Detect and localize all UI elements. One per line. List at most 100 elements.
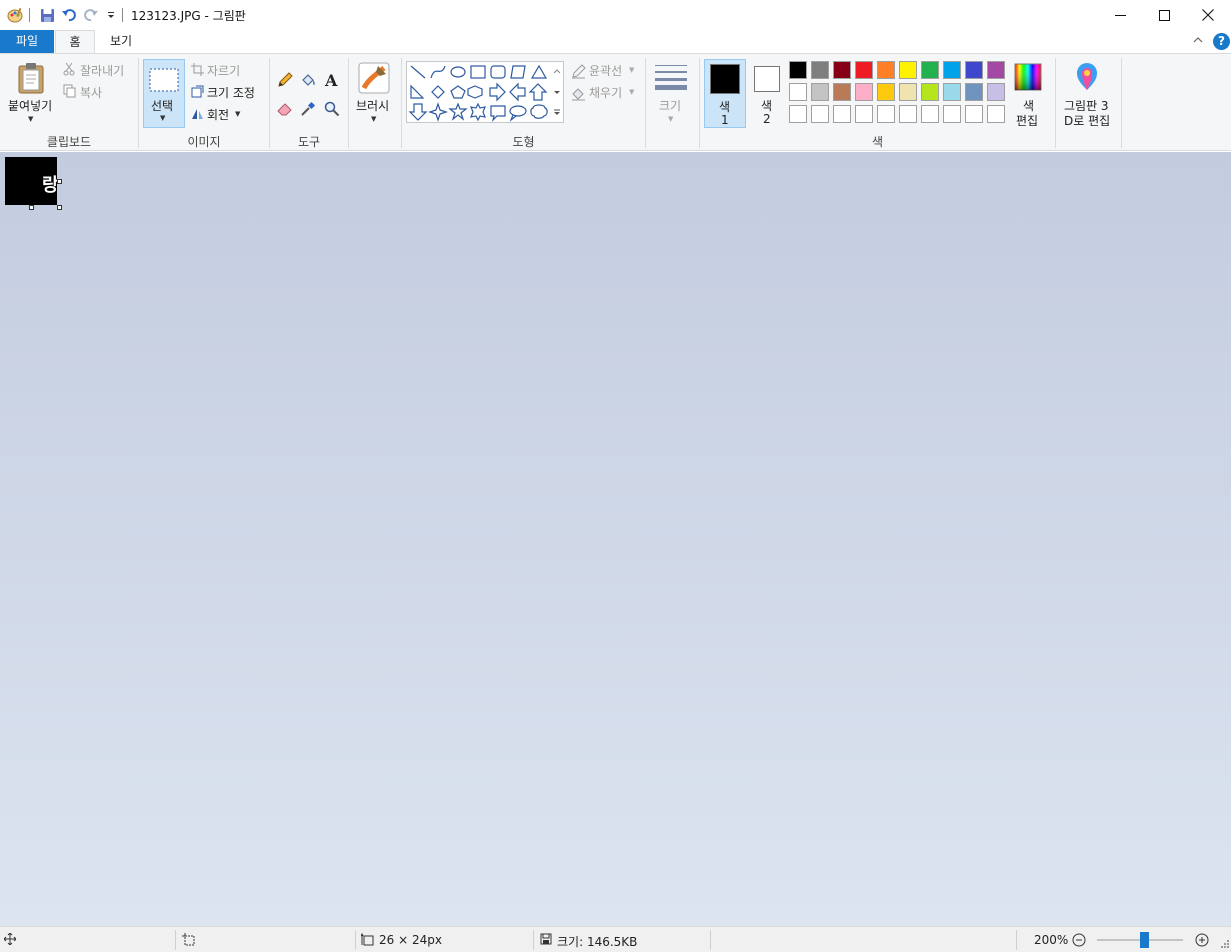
crop-button[interactable]: 자르기 xyxy=(207,62,240,79)
palette-swatch[interactable] xyxy=(921,61,939,79)
maximize-icon xyxy=(1158,9,1170,21)
paste-dropdown-icon[interactable]: ▼ xyxy=(28,115,33,123)
paste-icon[interactable] xyxy=(16,61,46,95)
separator xyxy=(1016,930,1017,950)
disk-size-icon xyxy=(539,932,553,946)
paint3d-icon[interactable] xyxy=(1072,62,1102,92)
tab-home[interactable]: 홈 xyxy=(55,30,95,53)
paste-button[interactable]: 붙여넣기 xyxy=(8,97,52,114)
zoom-out-icon[interactable] xyxy=(1071,932,1087,948)
palette-swatch[interactable] xyxy=(943,61,961,79)
outline-dropdown-icon[interactable]: ▼ xyxy=(629,66,634,74)
rotate-dropdown-icon[interactable]: ▼ xyxy=(235,110,240,118)
edit-colors-label-2[interactable]: 편집 xyxy=(1016,112,1038,129)
outline-button[interactable]: 윤곽선 xyxy=(589,62,622,79)
separator xyxy=(710,930,711,950)
eraser-icon[interactable] xyxy=(276,100,294,118)
close-icon xyxy=(1202,9,1214,21)
edit-colors-icon[interactable] xyxy=(1013,62,1043,92)
size-button[interactable]: 크기 xyxy=(659,97,681,114)
rotate-button[interactable]: 회전 xyxy=(207,106,229,123)
shapes-scroll-icon[interactable] xyxy=(552,63,562,123)
tab-file[interactable]: 파일 xyxy=(0,30,54,53)
palette-swatch[interactable] xyxy=(833,83,851,101)
select-dropdown-icon[interactable]: ▼ xyxy=(160,114,165,122)
palette-swatch[interactable] xyxy=(789,105,807,123)
palette-swatch[interactable] xyxy=(833,105,851,123)
fill-dropdown-icon[interactable]: ▼ xyxy=(629,88,634,96)
copy-button[interactable]: 복사 xyxy=(80,84,102,101)
line-size-icon[interactable] xyxy=(654,64,688,92)
text-tool-icon[interactable]: A xyxy=(323,71,341,89)
minimize-button[interactable] xyxy=(1097,0,1143,30)
palette-swatch[interactable] xyxy=(987,61,1005,79)
file-size: 크기: 146.5KB xyxy=(557,935,638,949)
palette-swatch[interactable] xyxy=(877,61,895,79)
zoom-level: 200% xyxy=(1034,933,1069,947)
color-picker-icon[interactable] xyxy=(299,100,317,118)
minimize-icon xyxy=(1114,14,1126,16)
select-label: 선택 xyxy=(151,99,174,113)
redo-icon[interactable] xyxy=(82,6,100,24)
fill-bucket-icon[interactable] xyxy=(299,71,317,89)
select-button[interactable]: 선택 ▼ xyxy=(143,59,185,128)
maximize-button[interactable] xyxy=(1141,0,1187,30)
palette-swatch[interactable] xyxy=(987,83,1005,101)
pencil-icon[interactable] xyxy=(276,71,294,89)
customize-dropdown-icon[interactable] xyxy=(102,6,120,24)
canvas-workspace[interactable]: 랑 xyxy=(0,152,1231,926)
palette-swatch[interactable] xyxy=(899,83,917,101)
resize-grip-icon[interactable] xyxy=(1218,939,1230,951)
title-bar: 123123.JPG - 그림판 xyxy=(0,0,1231,30)
tab-view[interactable]: 보기 xyxy=(101,30,141,53)
color1-button[interactable]: 색 1 xyxy=(704,59,746,128)
fill-button[interactable]: 채우기 xyxy=(589,84,622,101)
save-icon[interactable] xyxy=(38,6,56,24)
brushes-dropdown-icon[interactable]: ▼ xyxy=(371,115,376,123)
undo-icon[interactable] xyxy=(60,6,78,24)
palette-swatch[interactable] xyxy=(987,105,1005,123)
palette-swatch[interactable] xyxy=(921,105,939,123)
separator xyxy=(122,8,123,22)
resize-handle-corner[interactable] xyxy=(57,205,62,210)
color2-number[interactable]: 2 xyxy=(763,112,771,126)
palette-swatch[interactable] xyxy=(789,83,807,101)
help-icon[interactable]: ? xyxy=(1213,33,1230,50)
resize-button[interactable]: 크기 조정 xyxy=(207,84,255,101)
palette-swatch[interactable] xyxy=(899,105,917,123)
close-button[interactable] xyxy=(1185,0,1231,30)
size-dropdown-icon[interactable]: ▼ xyxy=(668,115,673,123)
color2-swatch[interactable] xyxy=(754,66,780,92)
resize-handle-right[interactable] xyxy=(57,179,62,184)
palette-swatch[interactable] xyxy=(965,105,983,123)
palette-swatch[interactable] xyxy=(921,83,939,101)
paint-app-icon[interactable] xyxy=(6,6,24,24)
palette-swatch[interactable] xyxy=(877,83,895,101)
palette-swatch[interactable] xyxy=(789,61,807,79)
window-title: 123123.JPG - 그림판 xyxy=(131,9,246,23)
palette-swatch[interactable] xyxy=(965,83,983,101)
resize-handle-bottom[interactable] xyxy=(29,205,34,210)
cut-button[interactable]: 잘라내기 xyxy=(80,62,124,79)
palette-swatch[interactable] xyxy=(833,61,851,79)
shapes-gallery[interactable] xyxy=(406,61,564,123)
palette-swatch[interactable] xyxy=(811,83,829,101)
palette-swatch[interactable] xyxy=(811,61,829,79)
palette-swatch[interactable] xyxy=(855,61,873,79)
palette-swatch[interactable] xyxy=(943,83,961,101)
palette-swatch[interactable] xyxy=(855,105,873,123)
collapse-ribbon-icon[interactable] xyxy=(1193,34,1203,47)
brush-icon[interactable] xyxy=(357,61,391,95)
zoom-slider-thumb[interactable] xyxy=(1140,932,1149,948)
paint3d-label-2[interactable]: D로 편집 xyxy=(1064,112,1110,129)
palette-swatch[interactable] xyxy=(811,105,829,123)
zoom-in-icon[interactable] xyxy=(1194,932,1210,948)
magnifier-icon[interactable] xyxy=(323,100,341,118)
palette-swatch[interactable] xyxy=(943,105,961,123)
palette-swatch[interactable] xyxy=(855,83,873,101)
brushes-button[interactable]: 브러시 xyxy=(356,97,389,114)
palette-swatch[interactable] xyxy=(899,61,917,79)
palette-swatch[interactable] xyxy=(965,61,983,79)
palette-swatch[interactable] xyxy=(877,105,895,123)
image-canvas[interactable]: 랑 xyxy=(5,157,59,205)
